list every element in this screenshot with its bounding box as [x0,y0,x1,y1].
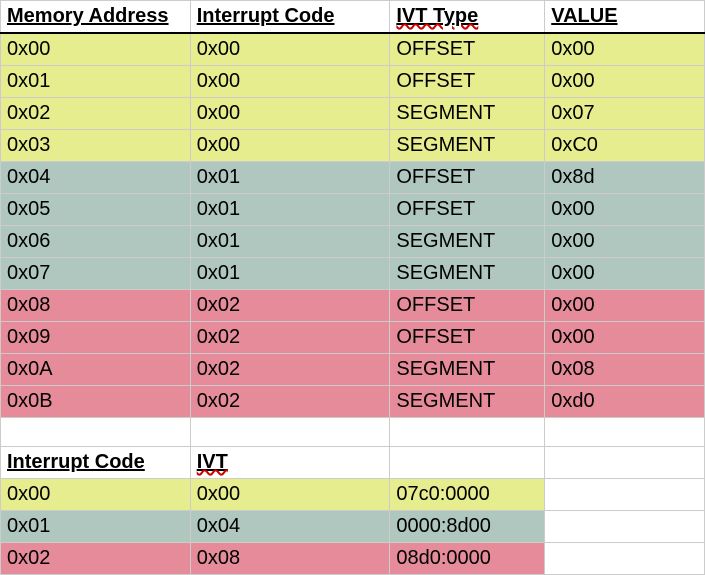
table-row: 0x010x00OFFSET0x00 [1,66,705,98]
table-cell: SEGMENT [390,226,545,258]
table-cell: 0x00 [545,258,705,290]
table-cell: 0xC0 [545,130,705,162]
header2-interrupt-code: Interrupt Code [1,447,191,479]
table-cell: 0x00 [1,479,191,511]
table-cell: 0000:8d00 [390,511,545,543]
table-cell: 0x01 [190,194,390,226]
table-cell: OFFSET [390,322,545,354]
table-cell: 07c0:0000 [390,479,545,511]
table-cell: 0x00 [545,33,705,66]
table-cell: 0x08 [545,354,705,386]
header2-ivt: IVT [190,447,390,479]
blank-row [1,418,705,447]
table-cell: 0x04 [1,162,191,194]
table-cell: 0x02 [1,98,191,130]
table-cell: SEGMENT [390,354,545,386]
table-cell [545,511,705,543]
table-row: 0x030x00SEGMENT0xC0 [1,130,705,162]
header-interrupt-code: Interrupt Code [190,1,390,34]
table-cell: OFFSET [390,290,545,322]
table-cell: 0x01 [1,66,191,98]
table-cell: 0x00 [545,194,705,226]
table-cell: 0x02 [190,386,390,418]
table-cell: 0x00 [545,290,705,322]
table-row: 0x000x00OFFSET0x00 [1,33,705,66]
table-cell: 0x00 [190,33,390,66]
ivt-table: Memory Address Interrupt Code IVT Type V… [0,0,705,575]
table-cell: 0x00 [190,98,390,130]
table-cell: SEGMENT [390,386,545,418]
table-cell: SEGMENT [390,98,545,130]
table2-header-row: Interrupt Code IVT [1,447,705,479]
table-cell: 0x00 [1,33,191,66]
table-cell: 0x01 [190,162,390,194]
table-row: 0x020x00SEGMENT0x07 [1,98,705,130]
table-row: 0x020x0808d0:0000 [1,543,705,575]
table-cell: 0x0A [1,354,191,386]
table-cell: SEGMENT [390,130,545,162]
table-cell: 0x07 [545,98,705,130]
table-cell: 0x00 [190,479,390,511]
table-cell: 0x00 [190,130,390,162]
table-cell: 0x07 [1,258,191,290]
header-value: VALUE [545,1,705,34]
table-row: 0x080x02OFFSET0x00 [1,290,705,322]
table-cell [545,479,705,511]
table-cell: OFFSET [390,194,545,226]
table-cell: 0x01 [1,511,191,543]
table-row: 0x010x040000:8d00 [1,511,705,543]
table-cell: 08d0:0000 [390,543,545,575]
table1-header-row: Memory Address Interrupt Code IVT Type V… [1,1,705,34]
header2-blank1 [390,447,545,479]
table-cell: 0x02 [190,354,390,386]
table-cell: 0x00 [545,66,705,98]
table-cell: 0x8d [545,162,705,194]
table-row: 0x040x01OFFSET0x8d [1,162,705,194]
table-cell: OFFSET [390,162,545,194]
table-cell: 0x01 [190,258,390,290]
table-row: 0x050x01OFFSET0x00 [1,194,705,226]
table-cell: OFFSET [390,66,545,98]
table-cell: 0x02 [190,290,390,322]
table-row: 0x060x01SEGMENT0x00 [1,226,705,258]
table-row: 0x070x01SEGMENT0x00 [1,258,705,290]
table-row: 0x0B0x02SEGMENT0xd0 [1,386,705,418]
table-row: 0x0A0x02SEGMENT0x08 [1,354,705,386]
table-row: 0x000x0007c0:0000 [1,479,705,511]
table-cell: 0x04 [190,511,390,543]
table-cell: 0x09 [1,322,191,354]
table-cell: 0x08 [190,543,390,575]
table-cell: 0x03 [1,130,191,162]
table-cell: 0x00 [190,66,390,98]
table-row: 0x090x02OFFSET0x00 [1,322,705,354]
header2-blank2 [545,447,705,479]
table-cell: 0x05 [1,194,191,226]
table-cell: 0x06 [1,226,191,258]
table-cell: 0x00 [545,226,705,258]
table-cell: 0x02 [1,543,191,575]
header-ivt-type: IVT Type [390,1,545,34]
table-cell: 0x01 [190,226,390,258]
table-cell: 0x02 [190,322,390,354]
table-cell: 0xd0 [545,386,705,418]
table-cell [545,543,705,575]
table-cell: 0x0B [1,386,191,418]
table-cell: 0x00 [545,322,705,354]
header-memory-address: Memory Address [1,1,191,34]
table-cell: OFFSET [390,33,545,66]
table-cell: SEGMENT [390,258,545,290]
table-cell: 0x08 [1,290,191,322]
